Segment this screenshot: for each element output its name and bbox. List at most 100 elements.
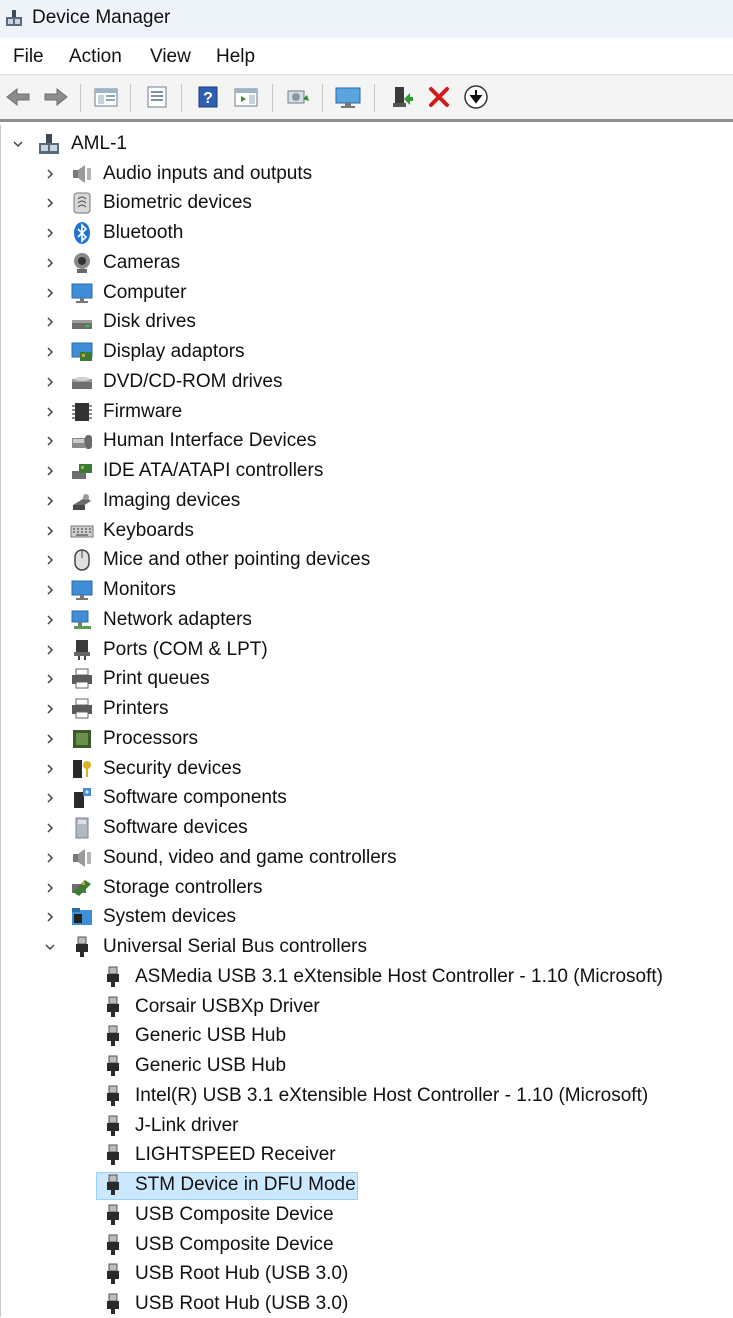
tree-device[interactable]: Generic USB Hub [1, 1052, 733, 1080]
tree-category[interactable]: Disk drives [1, 308, 733, 336]
tree-category[interactable]: DVD/CD-ROM drives [1, 368, 733, 396]
tree-device[interactable]: Corsair USBXp Driver [1, 993, 733, 1021]
chevron-right-icon[interactable] [43, 643, 57, 657]
tree-category[interactable]: Computer [1, 279, 733, 307]
tree-category[interactable]: System devices [1, 903, 733, 931]
properties-icon[interactable] [143, 83, 171, 111]
tree-device-label: Corsair USBXp Driver [135, 995, 320, 1017]
tree-device[interactable]: USB Root Hub (USB 3.0) [1, 1260, 733, 1288]
chevron-right-icon[interactable] [43, 167, 57, 181]
action-pane-icon[interactable] [232, 83, 260, 111]
chevron-down-icon[interactable] [11, 137, 25, 151]
tree-category[interactable]: Network adapters [1, 606, 733, 634]
tree-category[interactable]: Sound, video and game controllers [1, 844, 733, 872]
tree-category[interactable]: Imaging devices [1, 487, 733, 515]
chevron-right-icon[interactable] [43, 821, 57, 835]
tree-category[interactable]: Ports (COM & LPT) [1, 636, 733, 664]
chevron-right-icon[interactable] [43, 762, 57, 776]
tree-category[interactable]: Security devices [1, 755, 733, 783]
tree-category[interactable]: Print queues [1, 665, 733, 693]
menu-view[interactable]: View [150, 46, 191, 68]
chevron-right-icon[interactable] [43, 434, 57, 448]
menu-help[interactable]: Help [216, 46, 255, 68]
monitor-icon [71, 580, 93, 600]
chevron-right-icon[interactable] [43, 494, 57, 508]
tree-category[interactable]: Software devices [1, 814, 733, 842]
tree-category[interactable]: Printers [1, 695, 733, 723]
usb-plug-icon [107, 1055, 119, 1076]
help-icon[interactable]: ? [194, 83, 222, 111]
tree-device[interactable]: LIGHTSPEED Receiver [1, 1141, 733, 1169]
chevron-right-icon[interactable] [43, 672, 57, 686]
tree-category[interactable]: Mice and other pointing devices [1, 546, 733, 574]
tree-category[interactable]: Keyboards [1, 517, 733, 545]
tree-category[interactable]: Audio inputs and outputs [1, 160, 733, 188]
back-icon[interactable] [4, 83, 32, 111]
tree-category[interactable]: Universal Serial Bus controllers [1, 933, 733, 961]
tree-category-label: Universal Serial Bus controllers [103, 936, 367, 957]
menu-bar: File Action View Help [0, 38, 733, 74]
uninstall-icon[interactable] [425, 83, 453, 111]
processor-icon [73, 729, 91, 748]
tree-category[interactable]: Software components [1, 784, 733, 812]
chevron-right-icon[interactable] [43, 881, 57, 895]
menu-file[interactable]: File [13, 46, 44, 68]
disk-drive-icon [72, 320, 92, 330]
tree-category[interactable]: Human Interface Devices [1, 427, 733, 455]
tree-category[interactable]: IDE ATA/ATAPI controllers [1, 457, 733, 485]
tree-category[interactable]: Cameras [1, 249, 733, 277]
scan-hardware-changes-icon[interactable] [284, 83, 312, 111]
chevron-right-icon[interactable] [43, 375, 57, 389]
menu-action[interactable]: Action [69, 46, 122, 68]
tree-category-label: Printers [103, 698, 169, 719]
chevron-right-icon[interactable] [43, 345, 57, 359]
tree-device[interactable]: J-Link driver [1, 1112, 733, 1140]
software-component-icon [74, 788, 91, 809]
tree-category-label: DVD/CD-ROM drives [103, 370, 283, 392]
forward-icon[interactable] [42, 83, 70, 111]
chevron-right-icon[interactable] [43, 791, 57, 805]
chevron-right-icon[interactable] [43, 256, 57, 270]
tree-device-selected[interactable]: STM Device in DFU Mode [1, 1171, 733, 1199]
tree-category[interactable]: Biometric devices [1, 189, 733, 217]
show-hide-console-tree-icon[interactable] [92, 83, 120, 111]
svg-text:?: ? [203, 90, 213, 107]
tree-category[interactable]: Monitors [1, 576, 733, 604]
security-key-icon [73, 759, 91, 778]
update-driver-icon[interactable] [388, 83, 416, 111]
tree-category[interactable]: Display adaptors [1, 338, 733, 366]
tree-category-label: Keyboards [103, 519, 194, 541]
chevron-right-icon[interactable] [43, 732, 57, 746]
window-title: Device Manager [32, 7, 171, 28]
tree-device[interactable]: Generic USB Hub [1, 1022, 733, 1050]
chevron-right-icon[interactable] [43, 613, 57, 627]
tree-device[interactable]: USB Composite Device [1, 1201, 733, 1229]
chevron-right-icon[interactable] [43, 524, 57, 538]
tree-root[interactable]: AML-1 [1, 130, 733, 158]
tree-device-label: USB Composite Device [135, 1233, 334, 1255]
chevron-down-icon[interactable] [43, 940, 57, 954]
chevron-right-icon[interactable] [43, 851, 57, 865]
chevron-right-icon[interactable] [43, 464, 57, 478]
usb-plug-icon [107, 1085, 119, 1106]
chevron-right-icon[interactable] [43, 702, 57, 716]
chevron-right-icon[interactable] [43, 553, 57, 567]
tree-device[interactable]: USB Root Hub (USB 3.0) [1, 1290, 733, 1318]
tree-category[interactable]: Firmware [1, 398, 733, 426]
chevron-right-icon[interactable] [43, 226, 57, 240]
chevron-right-icon[interactable] [43, 286, 57, 300]
chevron-right-icon[interactable] [43, 583, 57, 597]
tree-device[interactable]: USB Composite Device [1, 1231, 733, 1259]
tree-device[interactable]: ASMedia USB 3.1 eXtensible Host Controll… [1, 963, 733, 991]
disable-icon[interactable] [462, 83, 490, 111]
monitor-icon[interactable] [334, 83, 362, 111]
chevron-right-icon[interactable] [43, 196, 57, 210]
chevron-right-icon[interactable] [43, 910, 57, 924]
tree-category[interactable]: Bluetooth [1, 219, 733, 247]
tree-device[interactable]: Intel(R) USB 3.1 eXtensible Host Control… [1, 1082, 733, 1110]
chevron-right-icon[interactable] [43, 315, 57, 329]
tree-category[interactable]: Storage controllers [1, 874, 733, 902]
chevron-right-icon[interactable] [43, 405, 57, 419]
tree-category[interactable]: Processors [1, 725, 733, 753]
usb-plug-icon [107, 1293, 119, 1314]
